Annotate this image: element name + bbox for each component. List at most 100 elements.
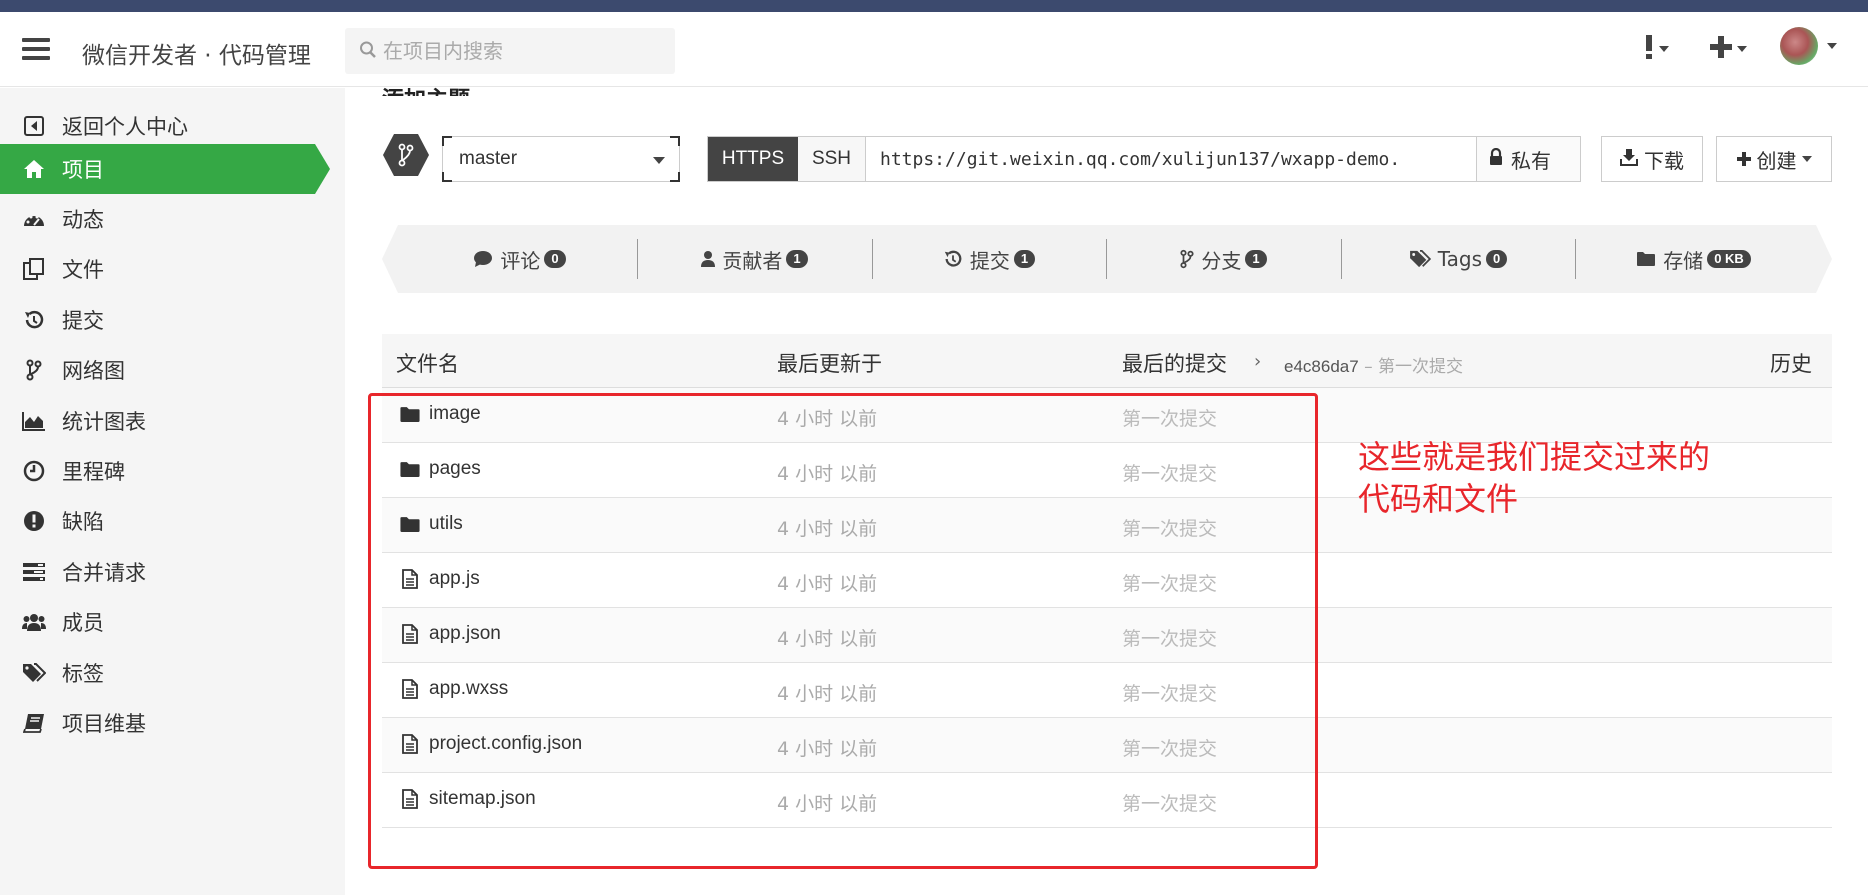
search-icon [359,40,377,65]
sidebar-item-tags[interactable]: 标签 [0,648,345,698]
clone-url-input[interactable] [866,137,1476,181]
updated-time: 4 小时 以前 [777,573,878,595]
sidebar-item-network[interactable]: 网络图 [0,345,345,395]
chevron-right-icon: › [1254,351,1262,372]
file-link[interactable]: app.json [398,623,501,645]
updated-time: 4 小时 以前 [777,463,878,485]
commit-message-link[interactable]: 第一次提交 [1122,679,1217,706]
branch-select[interactable]: master [442,136,680,182]
chevron-down-icon [1737,46,1747,52]
file-name: image [429,403,481,424]
sidebar-item-members[interactable]: 成员 [0,597,345,647]
sidebar-item-milestones[interactable]: 里程碑 [0,446,345,496]
tags-icon [1409,250,1431,268]
file-icon [398,679,422,699]
history-icon [22,308,46,332]
last-commit-link[interactable]: e4c86da7 – 第一次提交 [1284,352,1463,377]
sidebar-item-label: 成员 [62,611,104,635]
file-link[interactable]: project.config.json [398,733,582,755]
chevron-down-icon [653,157,665,164]
file-name: project.config.json [429,733,583,754]
commit-message-link[interactable]: 第一次提交 [1122,789,1217,816]
updated-time: 4 小时 以前 [777,683,878,705]
avatar [1780,27,1818,65]
updated-time: 4 小时 以前 [777,518,878,540]
https-button[interactable]: HTTPS [708,137,798,181]
tags-icon [22,661,46,685]
stat-contributors[interactable]: 贡献者 1 [637,225,872,293]
stat-storage[interactable]: 存储 0 KB [1575,225,1812,293]
branch-icon [382,133,430,177]
stat-branches[interactable]: 分支 1 [1106,225,1341,293]
create-dropdown[interactable] [1710,34,1747,64]
book-icon [22,711,46,735]
sidebar-item-label: 合并请求 [62,561,146,585]
sidebar-item-wiki[interactable]: 项目维基 [0,698,345,748]
stat-label: 分支 [1201,248,1242,273]
folder-icon [398,516,422,533]
folder-icon [398,406,422,423]
sidebar-item-activity[interactable]: 动态 [0,194,345,244]
table-row: project.config.json 4 小时 以前 第一次提交 [382,718,1832,773]
sidebar-item-label: 标签 [62,662,104,686]
table-row: app.js 4 小时 以前 第一次提交 [382,553,1832,608]
commit-message-link[interactable]: 第一次提交 [1122,624,1217,651]
create-button[interactable]: 创建 [1716,136,1832,182]
stat-comments[interactable]: 评论 0 [402,225,637,293]
column-header-updated: 最后更新于 [777,352,882,376]
stat-count-badge: 1 [1013,250,1036,268]
folder-icon [1636,251,1656,267]
table-header: 文件名 最后更新于 最后的提交 › e4c86da7 – 第一次提交 历史 [382,334,1832,388]
sidebar-item-issues[interactable]: 缺陷 [0,496,345,546]
commit-message-link[interactable]: 第一次提交 [1122,734,1217,761]
commit-message-link[interactable]: 第一次提交 [1122,459,1217,486]
users-icon [22,610,46,634]
stat-label: 评论 [500,248,541,273]
commit-message: 第一次提交 [1378,357,1463,377]
folder-icon [398,461,422,478]
commit-message-link[interactable]: 第一次提交 [1122,404,1217,431]
ssh-button[interactable]: SSH [798,137,866,181]
stat-tags[interactable]: Tags 0 [1341,225,1575,293]
file-name: app.js [429,568,480,589]
repo-stats-bar: 评论 0 贡献者 1 提交 1 分支 1 Tags 0 存储 0 KB [382,225,1832,293]
project-search[interactable] [345,28,675,74]
sidebar-item-files[interactable]: 文件 [0,244,345,294]
sidebar-item-label: 网络图 [62,359,125,383]
alerts-dropdown[interactable] [1644,34,1669,64]
sidebar-item-label: 文件 [62,258,104,282]
plus-icon [1736,147,1751,171]
sidebar-item-merge-requests[interactable]: 合并请求 [0,547,345,597]
file-link[interactable]: pages [398,458,481,480]
stat-count-badge: 0 KB [1707,250,1751,268]
commit-message-link[interactable]: 第一次提交 [1122,569,1217,596]
menu-toggle-button[interactable] [22,38,50,60]
file-link[interactable]: app.js [398,568,480,590]
file-link[interactable]: image [398,403,481,425]
area-chart-icon [22,409,46,433]
sidebar-item-commits[interactable]: 提交 [0,295,345,345]
lock-icon [1489,147,1503,171]
sidebar-item-label: 返回个人中心 [62,115,188,139]
column-header-last-commit: 最后的提交 [1122,352,1227,376]
file-link[interactable]: sitemap.json [398,788,536,810]
stat-commits[interactable]: 提交 1 [872,225,1106,293]
sidebar-item-label: 项目维基 [62,712,146,736]
stat-label: 存储 [1663,248,1704,273]
sidebar-item-project[interactable]: 项目 [0,144,330,194]
sidebar-item-charts[interactable]: 统计图表 [0,396,345,446]
annotation-line: 这些就是我们提交过来的 [1358,438,1711,476]
history-link[interactable]: 历史 [1770,348,1812,378]
top-navbar: 微信开发者 · 代码管理 [0,12,1868,87]
user-menu-dropdown[interactable] [1780,27,1837,65]
sidebar-item-label: 缺陷 [62,510,104,534]
file-link[interactable]: utils [398,513,463,535]
stat-count-badge: 1 [1245,250,1267,268]
commit-message-link[interactable]: 第一次提交 [1122,514,1217,541]
file-link[interactable]: app.wxss [398,678,508,700]
search-input[interactable] [383,28,668,74]
branch-icon [22,358,46,382]
create-label: 创建 [1756,148,1797,173]
exclamation-circle-icon [22,509,46,533]
download-button[interactable]: 下载 [1601,136,1703,182]
